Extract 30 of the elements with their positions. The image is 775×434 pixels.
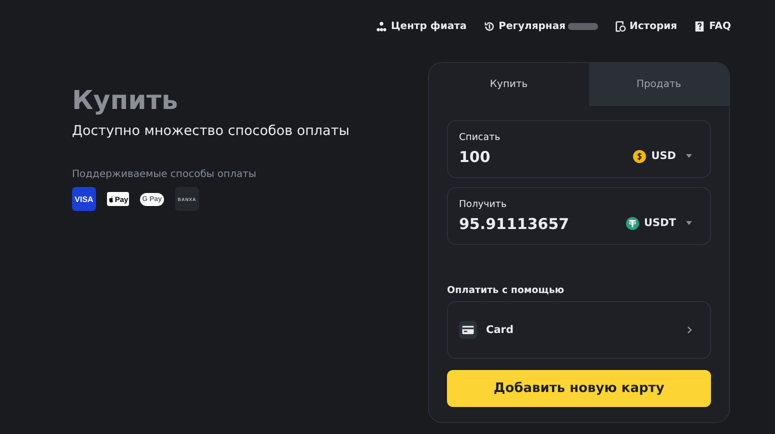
- subtitle: Доступно множество способов оплаты: [72, 123, 350, 139]
- page-title: Купить: [72, 85, 179, 117]
- currency-select[interactable]: USDT: [626, 216, 692, 230]
- caret-icon: [686, 221, 692, 225]
- tether-coin-icon: [626, 216, 640, 230]
- credit-card-icon: [459, 321, 477, 339]
- methods-label: Поддерживаемые способы оплаты: [72, 169, 258, 180]
- nav-link[interactable]: Регулярная: [484, 19, 598, 33]
- history-icon: [614, 20, 626, 32]
- field-label: Получить: [459, 199, 508, 210]
- people-icon: [376, 20, 388, 32]
- amount-value: 95.91113657: [459, 215, 570, 233]
- visa-logo: VISA: [72, 187, 96, 211]
- field-label: Списать: [459, 132, 500, 143]
- dollar-coin-icon: [633, 150, 646, 162]
- chevron-right-icon: [687, 326, 692, 334]
- nav-link[interactable]: FAQ: [694, 19, 731, 33]
- amount-field[interactable]: Получить 95.91113657 USDT: [447, 187, 711, 245]
- nav-link[interactable]: Центр фиата: [376, 19, 467, 33]
- amount-value: 100: [459, 148, 492, 166]
- faq-icon: [694, 20, 706, 32]
- amount-field[interactable]: Списать 100 USD: [447, 120, 711, 178]
- recurring-icon: [484, 20, 495, 32]
- nav-link[interactable]: История: [614, 19, 678, 33]
- add-card-button[interactable]: Добавить новую карту: [447, 370, 711, 407]
- currency-select[interactable]: USD: [633, 150, 692, 162]
- payment-method-row[interactable]: Card: [447, 301, 711, 359]
- tab[interactable]: Продать: [588, 63, 729, 106]
- caret-icon: [686, 154, 692, 158]
- section-label: Оплатить с помощью: [447, 285, 566, 296]
